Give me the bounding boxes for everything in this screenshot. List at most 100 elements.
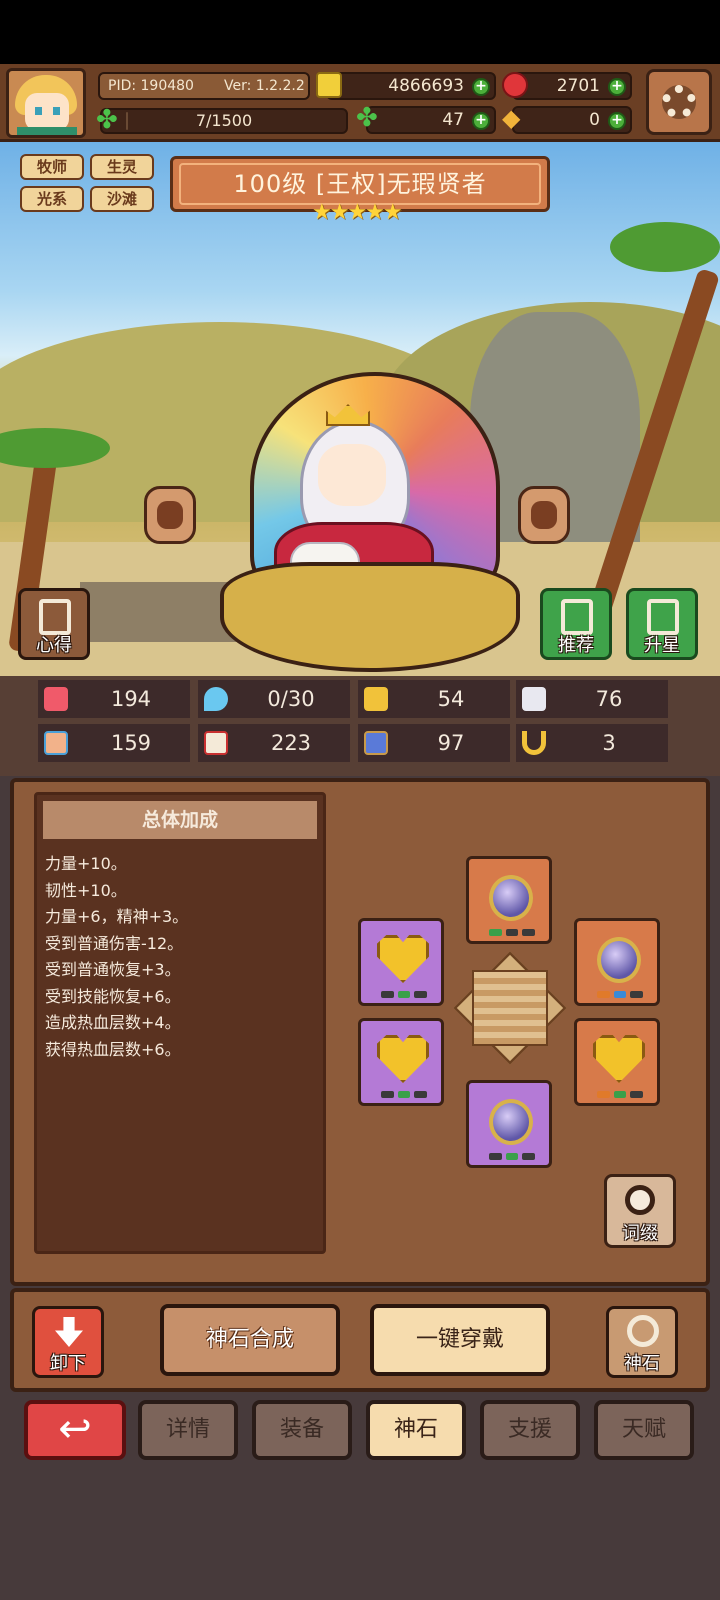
terrain-tag: 沙滩 <box>90 186 154 212</box>
bonus-line: 力量+10。 <box>45 854 127 873</box>
bonus-line: 受到技能恢复+6。 <box>45 986 181 1006</box>
hero-title: 100级 [王权]无瑕贤者 <box>233 170 487 198</box>
tab-equipment[interactable]: 装备 <box>252 1400 352 1460</box>
add-ticket-button[interactable]: + <box>608 112 626 130</box>
back-button[interactable]: ↩ <box>24 1400 126 1460</box>
gem-value: 2701 <box>556 76 600 96</box>
golden-heart-icon <box>377 1035 429 1083</box>
hero-stats: 194 0/30 54 76 159 223 97 3 <box>0 676 720 776</box>
bonus-line: 获得热血层数+6。 <box>45 1039 181 1059</box>
stat-strength: 159 <box>38 724 190 762</box>
godstone-icon <box>627 1315 659 1347</box>
equip-all-button[interactable]: 一键穿戴 <box>370 1304 550 1376</box>
synthesize-button[interactable]: 神石合成 <box>160 1304 340 1376</box>
godstone-slot-bottom[interactable] <box>466 1080 552 1168</box>
class-tag: 牧师 <box>20 154 84 180</box>
crystal-orb-icon <box>489 875 533 921</box>
water-drop-icon <box>204 687 228 711</box>
godstone-slot-top[interactable] <box>466 856 552 944</box>
version-label: Ver: 1.2.2.2 <box>224 78 305 94</box>
settings-button[interactable] <box>646 69 712 135</box>
ticket-counter: ◆ 0 + <box>502 106 632 134</box>
unequip-button[interactable]: 卸下 <box>32 1306 104 1378</box>
tab-details[interactable]: 详情 <box>138 1400 238 1460</box>
scroll-icon <box>39 599 71 635</box>
total-bonus-box: 总体加成 力量+10。 韧性+10。 力量+6，精神+3。 受到普通伤害-12。… <box>34 792 326 1254</box>
add-clover-button[interactable]: + <box>472 112 490 130</box>
ticket-value: 0 <box>589 110 600 130</box>
gem-counter: 2701 + <box>502 72 632 100</box>
book-icon <box>204 731 228 755</box>
bonus-line: 力量+6，精神+3。 <box>45 907 189 926</box>
experience-text: 7/1500 <box>195 111 253 130</box>
bonus-line: 韧性+10。 <box>45 880 127 900</box>
godstone-core <box>472 970 548 1046</box>
bonus-list: 力量+10。 韧性+10。 力量+6，精神+3。 受到普通伤害-12。 受到普通… <box>45 851 317 1063</box>
hero-scene: 牧师 生灵 光系 沙滩 100级 [王权]无瑕贤者 ★★★★★ 心得 推荐 升星 <box>0 142 720 676</box>
gold-value: 4866693 <box>388 76 464 96</box>
gold-counter: 4866693 + <box>316 72 496 100</box>
clover-counter: ✤ 47 + <box>356 105 496 134</box>
clover-icon: ✤ <box>356 103 378 133</box>
godstone-slot-lower-right[interactable] <box>574 1018 660 1106</box>
tab-talent[interactable]: 天赋 <box>594 1400 694 1460</box>
stat-mana: 0/30 <box>198 680 350 718</box>
total-bonus-title: 总体加成 <box>43 801 317 839</box>
next-hero-button[interactable] <box>518 486 570 544</box>
hero-star-rating: ★★★★★ <box>312 200 403 225</box>
player-id: PID: 190480 <box>108 78 194 94</box>
unequip-label: 卸下 <box>50 1353 86 1374</box>
stat-hp: 194 <box>38 680 190 718</box>
heart-icon <box>44 687 68 711</box>
insight-label: 心得 <box>36 635 72 656</box>
golden-heart-icon <box>377 935 429 983</box>
shield-icon <box>364 687 388 711</box>
star-icon <box>647 599 679 635</box>
magnifier-icon <box>625 1185 655 1215</box>
fist-icon <box>44 731 68 755</box>
godstone-slot-lower-left[interactable] <box>358 1018 444 1106</box>
hero-character[interactable] <box>220 368 520 672</box>
add-gold-button[interactable]: + <box>472 78 490 96</box>
godstone-slot-upper-left[interactable] <box>358 918 444 1006</box>
godstone-label: 神石 <box>624 1353 660 1374</box>
thumbs-up-icon <box>561 599 593 635</box>
horseshoe-icon <box>522 731 546 755</box>
boot-icon <box>364 731 388 755</box>
previous-hero-button[interactable] <box>144 486 196 544</box>
tab-support[interactable]: 支援 <box>480 1400 580 1460</box>
affix-button[interactable]: 词缀 <box>604 1174 676 1248</box>
star-up-label: 升星 <box>644 635 680 656</box>
experience-bar: ✤ 7/1500 <box>96 107 348 134</box>
bonus-line: 受到普通恢复+3。 <box>45 960 181 979</box>
bonus-line: 受到普通伤害-12。 <box>45 933 184 953</box>
add-gem-button[interactable]: + <box>608 78 626 96</box>
affix-label: 词缀 <box>622 1223 658 1244</box>
red-gem-icon <box>502 72 528 98</box>
stat-agility: 76 <box>516 680 668 718</box>
godstone-action-bar: 卸下 神石合成 一键穿戴 神石 <box>10 1288 710 1392</box>
crystal-orb-icon <box>489 1099 533 1145</box>
system-status-bar <box>0 0 720 64</box>
clover-value: 47 <box>442 110 464 130</box>
bonus-line: 造成热血层数+4。 <box>45 1013 181 1032</box>
player-info-pill: PID: 190480 Ver: 1.2.2.2 <box>98 72 310 100</box>
back-arrow-icon: ↩ <box>58 1406 92 1452</box>
player-avatar[interactable] <box>6 68 86 138</box>
ticket-icon: ◆ <box>502 104 521 132</box>
insight-button[interactable]: 心得 <box>18 588 90 660</box>
gold-coin-icon <box>316 72 342 98</box>
arrow-down-icon <box>55 1317 83 1347</box>
recommend-button[interactable]: 推荐 <box>540 588 612 660</box>
stat-speed: 97 <box>358 724 510 762</box>
tab-godstone[interactable]: 神石 <box>366 1400 466 1460</box>
stat-luck: 3 <box>516 724 668 762</box>
wing-icon <box>522 687 546 711</box>
godstone-button[interactable]: 神石 <box>606 1306 678 1378</box>
godstone-slot-upper-right[interactable] <box>574 918 660 1006</box>
stat-intellect: 223 <box>198 724 350 762</box>
star-up-button[interactable]: 升星 <box>626 588 698 660</box>
bottom-tab-bar: ↩ 详情 装备 神石 支援 天赋 <box>0 1396 720 1468</box>
stat-defense: 54 <box>358 680 510 718</box>
crystal-orb-icon <box>597 937 641 983</box>
